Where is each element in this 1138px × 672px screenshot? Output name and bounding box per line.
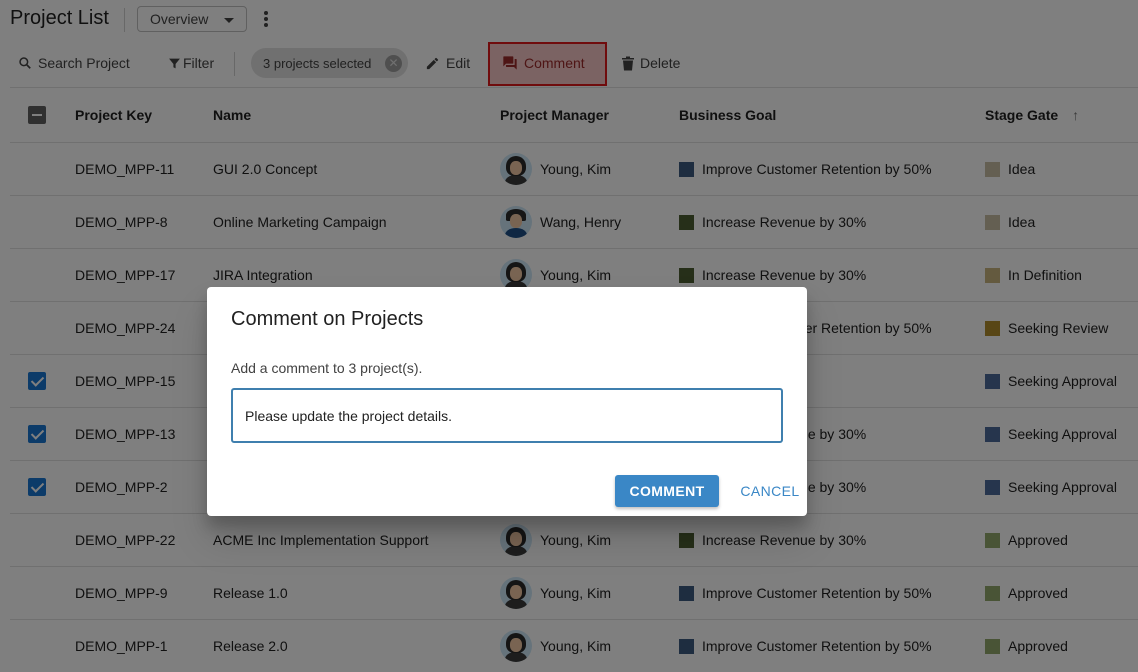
comment-input[interactable]: Please update the project details. bbox=[231, 388, 783, 443]
comment-confirm-button[interactable]: COMMENT bbox=[615, 475, 719, 507]
cancel-button[interactable]: CANCEL bbox=[725, 475, 815, 507]
dialog-title: Comment on Projects bbox=[231, 308, 424, 330]
dialog-message: Add a comment to 3 project(s). bbox=[231, 360, 423, 376]
comment-dialog: Comment on Projects Add a comment to 3 p… bbox=[207, 287, 807, 516]
